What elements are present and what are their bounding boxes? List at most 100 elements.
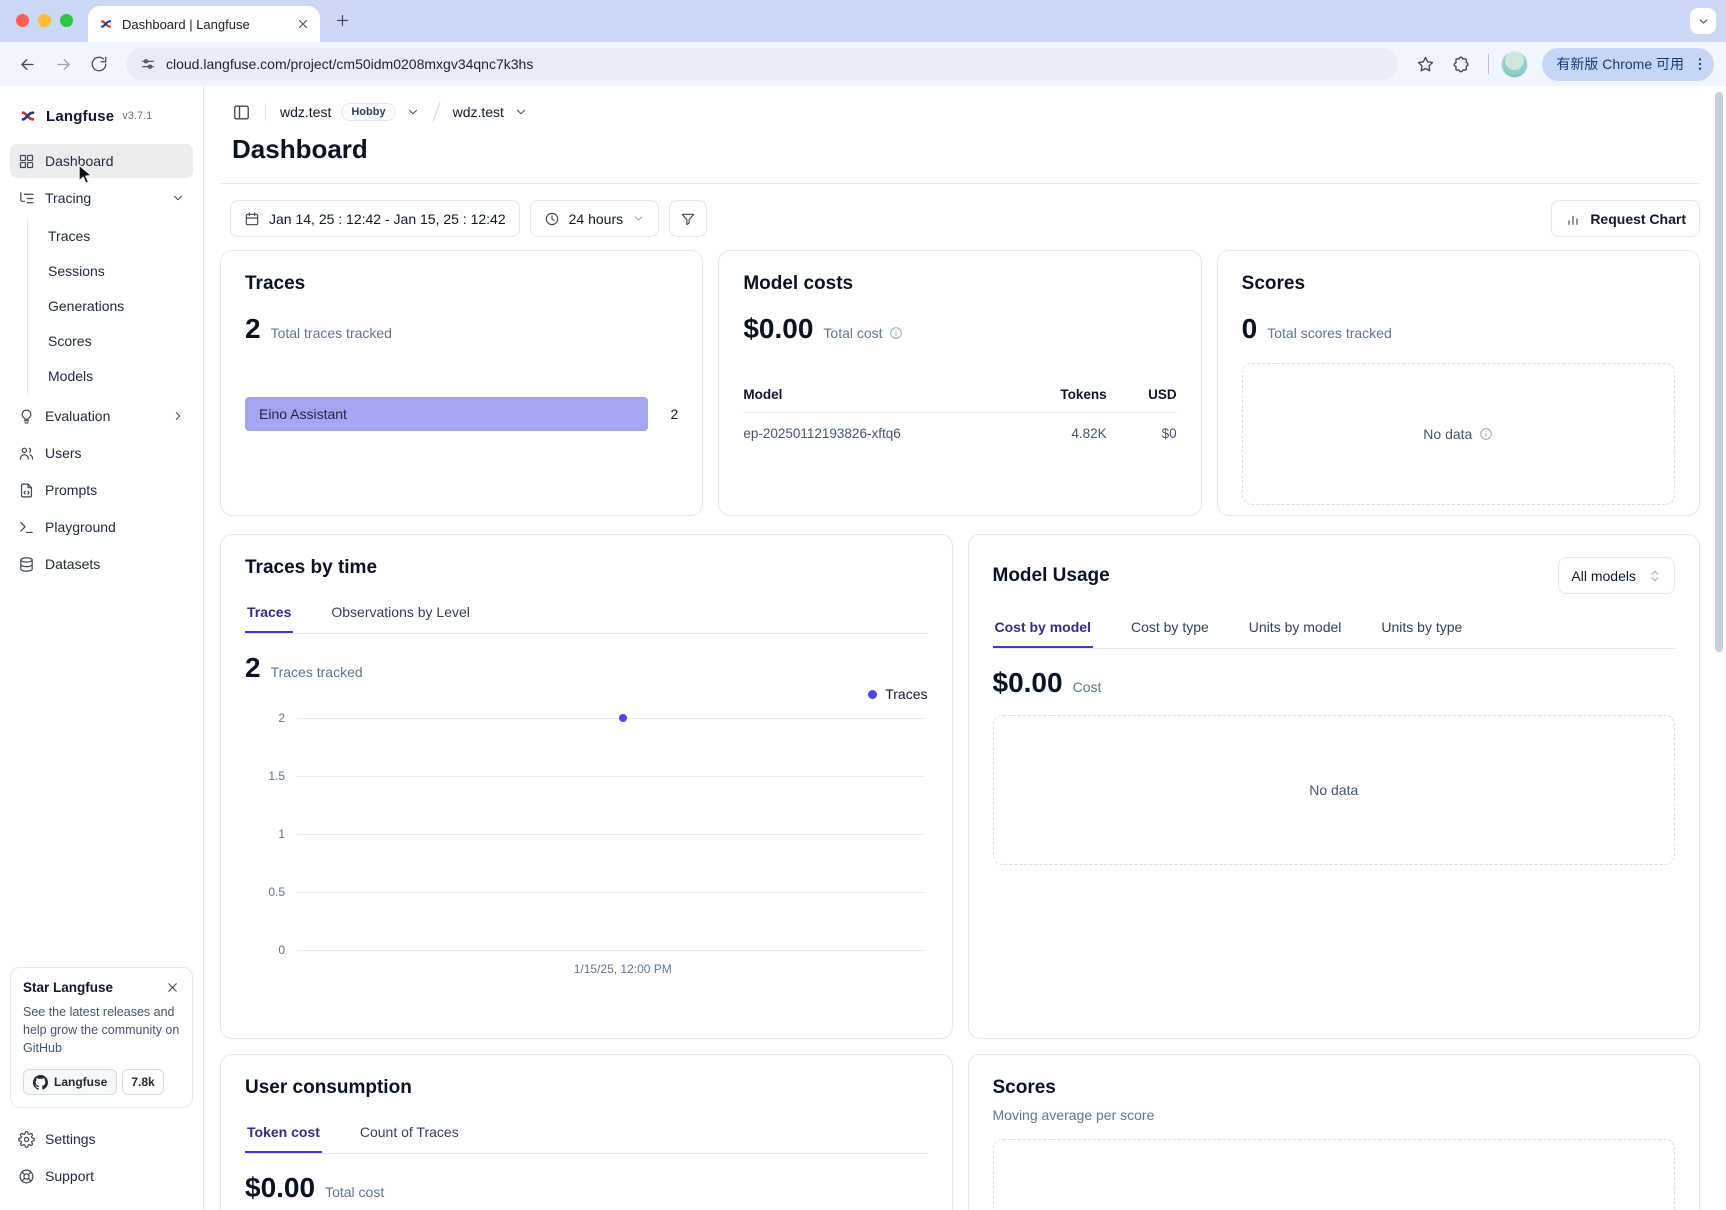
request-chart-button[interactable]: Request Chart xyxy=(1551,200,1700,237)
tab-cost-by-type[interactable]: Cost by type xyxy=(1129,608,1211,648)
terminal-icon xyxy=(18,519,35,536)
info-icon[interactable] xyxy=(889,326,903,340)
gridline xyxy=(297,892,924,893)
trace-bar-label: Eino Assistant xyxy=(259,406,347,422)
kebab-menu-icon[interactable] xyxy=(1692,56,1708,72)
sidebar-item-label: Sessions xyxy=(48,263,105,279)
chevron-down-icon[interactable] xyxy=(171,191,185,205)
model-filter-select[interactable]: All models xyxy=(1558,557,1675,594)
sidebar-item-prompts[interactable]: Prompts xyxy=(10,473,193,507)
model-usage-cost-label: Cost xyxy=(1073,679,1102,695)
traces-card: Traces 2 Total traces tracked Eino Assis… xyxy=(220,250,703,516)
close-window-button[interactable] xyxy=(16,14,29,27)
sidebar-item-label: Tracing xyxy=(45,190,161,206)
tab-units-by-model[interactable]: Units by model xyxy=(1247,608,1344,648)
table-row[interactable]: ep-20250112193826-xftq6 4.82K $0 xyxy=(743,413,1176,441)
col-usd: USD xyxy=(1107,387,1177,402)
brand-version: v3.7.1 xyxy=(122,110,152,122)
page-scrollbar[interactable] xyxy=(1715,92,1723,652)
bookmark-button[interactable] xyxy=(1410,49,1440,79)
tab-observations-by-level[interactable]: Observations by Level xyxy=(329,593,472,633)
sidebar-item-support[interactable]: Support xyxy=(10,1159,193,1193)
chevron-right-icon[interactable] xyxy=(171,409,185,423)
fullscreen-window-button[interactable] xyxy=(60,14,73,27)
info-icon[interactable] xyxy=(1479,427,1493,441)
sidebar-item-label: Evaluation xyxy=(45,408,161,424)
tab-cost-by-model[interactable]: Cost by model xyxy=(993,608,1093,648)
traces-by-time-card: Traces by time Traces Observations by Le… xyxy=(220,534,953,1039)
close-icon[interactable] xyxy=(165,980,180,995)
github-star-count[interactable]: 7.8k xyxy=(122,1069,163,1095)
github-button[interactable]: Langfuse xyxy=(23,1069,117,1095)
close-tab-icon[interactable] xyxy=(296,17,310,31)
chrome-update-button[interactable]: 有新版 Chrome 可用 xyxy=(1542,48,1714,81)
model-tokens: 4.82K xyxy=(1012,426,1107,441)
site-settings-icon[interactable] xyxy=(140,56,156,72)
sidebar-item-datasets[interactable]: Datasets xyxy=(10,547,193,581)
sidebar-item-tracing[interactable]: Tracing xyxy=(10,181,193,215)
minimize-window-button[interactable] xyxy=(38,14,51,27)
tab-count-of-traces[interactable]: Count of Traces xyxy=(358,1113,461,1153)
breadcrumb: wdz.test Hobby wdz.test xyxy=(232,102,1700,122)
reload-button[interactable] xyxy=(84,49,114,79)
tab-token-cost[interactable]: Token cost xyxy=(245,1113,322,1153)
url-bar[interactable]: cloud.langfuse.com/project/cm50idm0208mx… xyxy=(126,48,1398,80)
model-costs-card: Model costs $0.00 Total cost Model xyxy=(718,250,1201,516)
extensions-button[interactable] xyxy=(1446,49,1476,79)
browser-window: Dashboard | Langfuse xyxy=(0,0,1726,1210)
traces-bar-chart: Eino Assistant 2 xyxy=(245,397,678,431)
tab-search-button[interactable] xyxy=(1690,8,1716,34)
users-icon xyxy=(18,445,35,462)
model-usage-card: Model Usage All models Cost by model Cos… xyxy=(968,534,1701,1039)
gridline xyxy=(297,950,924,951)
sidebar-item-models[interactable]: Models xyxy=(40,360,193,392)
sidebar-item-scores[interactable]: Scores xyxy=(40,325,193,357)
window-controls[interactable] xyxy=(16,14,73,27)
new-tab-button[interactable] xyxy=(334,12,351,34)
sidebar-item-generations[interactable]: Generations xyxy=(40,290,193,322)
sidebar-item-users[interactable]: Users xyxy=(10,436,193,470)
project-name[interactable]: wdz.test xyxy=(453,104,504,120)
traces-total-label: Total traces tracked xyxy=(271,325,392,341)
sidebar-item-playground[interactable]: Playground xyxy=(10,510,193,544)
life-buoy-icon xyxy=(18,1168,35,1185)
gridline xyxy=(297,718,924,719)
tab-units-by-type[interactable]: Units by type xyxy=(1379,608,1464,648)
star-langfuse-card: Star Langfuse See the latest releases an… xyxy=(10,967,193,1108)
profile-avatar[interactable] xyxy=(1501,51,1528,78)
sidebar-item-evaluation[interactable]: Evaluation xyxy=(10,399,193,433)
sidebar-item-settings[interactable]: Settings xyxy=(10,1122,193,1156)
date-range-picker[interactable]: Jan 14, 25 : 12:42 - Jan 15, 25 : 12:42 xyxy=(230,200,520,237)
forward-button[interactable] xyxy=(48,49,78,79)
trace-bar[interactable]: Eino Assistant xyxy=(245,397,648,431)
list-tree-icon xyxy=(18,190,35,207)
toolbar-divider xyxy=(1488,54,1489,74)
y-tick: 0.5 xyxy=(268,885,285,899)
sidebar-item-sessions[interactable]: Sessions xyxy=(40,255,193,287)
no-data-text: No data xyxy=(1309,782,1358,798)
back-button[interactable] xyxy=(12,49,42,79)
panel-left-icon[interactable] xyxy=(232,103,251,122)
back-arrow-icon xyxy=(18,55,37,74)
model-filter-value: All models xyxy=(1571,568,1636,584)
sidebar-item-label: Scores xyxy=(48,333,92,349)
chevron-down-icon[interactable] xyxy=(514,105,528,119)
user-consumption-label: Total cost xyxy=(325,1184,384,1200)
sidebar-item-traces[interactable]: Traces xyxy=(40,220,193,252)
page-header: wdz.test Hobby wdz.test Dashboard xyxy=(220,86,1700,184)
model-costs-table: Model Tokens USD ep-20250112193826-xftq6… xyxy=(743,387,1176,441)
interval-dropdown[interactable]: 24 hours xyxy=(530,200,659,237)
card-title: Traces by time xyxy=(245,557,928,579)
sidebar: Langfuse v3.7.1 Dashboard Tracing xyxy=(0,86,204,1210)
model-name: ep-20250112193826-xftq6 xyxy=(743,426,1011,441)
chevron-down-icon[interactable] xyxy=(406,105,420,119)
browser-tab[interactable]: Dashboard | Langfuse xyxy=(88,6,320,42)
data-point[interactable] xyxy=(619,714,627,722)
model-costs-value: $0.00 xyxy=(743,313,813,345)
org-name[interactable]: wdz.test xyxy=(280,104,331,120)
tab-traces[interactable]: Traces xyxy=(245,593,293,633)
url-text: cloud.langfuse.com/project/cm50idm0208mx… xyxy=(166,56,533,72)
filter-button[interactable] xyxy=(669,200,707,237)
sidebar-item-label: Generations xyxy=(48,298,124,314)
sidebar-item-dashboard[interactable]: Dashboard xyxy=(10,144,193,178)
